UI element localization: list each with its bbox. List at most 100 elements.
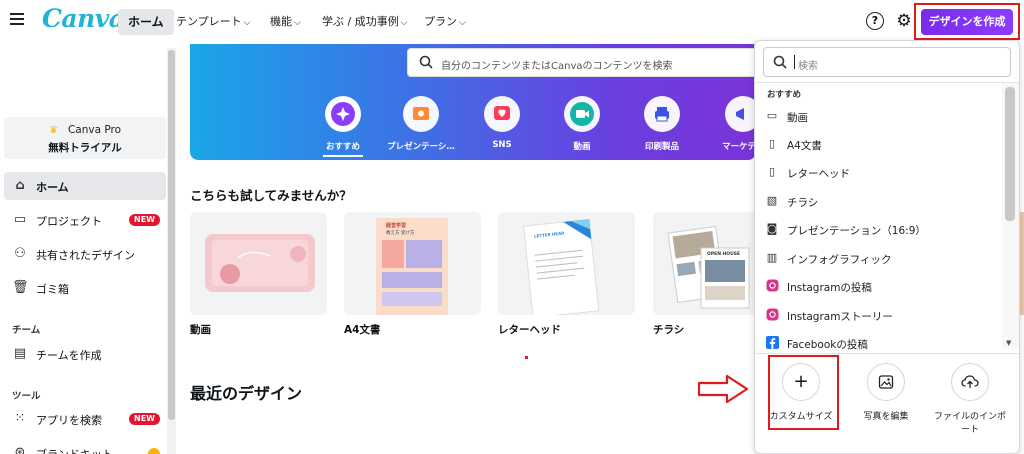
team-icon: ▤ — [13, 346, 27, 361]
category-video[interactable]: 動画 — [547, 96, 617, 152]
gear-icon[interactable]: ⚙ — [895, 12, 913, 30]
new-badge: NEW — [129, 214, 160, 226]
panel-item-a4[interactable]: ▯ A4文書 — [755, 130, 1003, 158]
sidebar-item-label: アプリを検索 — [36, 414, 102, 427]
sidebar-item-label: プロジェクト — [36, 215, 102, 228]
sidebar-item-label: チームを作成 — [36, 349, 102, 362]
panel-search-input[interactable]: 検索 — [763, 47, 1011, 77]
nav-templates-label: テンプレート — [176, 15, 242, 28]
chevron-down-icon: ⌵ — [400, 18, 408, 28]
nav-plans[interactable]: プラン ⌵ — [424, 9, 466, 35]
panel-scroll-thumb[interactable] — [1005, 87, 1015, 221]
category-label: SNS — [492, 140, 512, 150]
search-icon — [419, 55, 433, 69]
action-edit-photo[interactable]: 写真を編集 — [846, 363, 926, 424]
nav-learn[interactable]: 学ぶ / 成功事例 ⌵ — [322, 9, 408, 35]
panel-item-instagram-post[interactable]: Instagramの投稿 — [755, 272, 1003, 300]
brand-icon: ⊛ — [14, 445, 26, 454]
panel-item-video[interactable]: ▭ 動画 — [755, 102, 1003, 130]
panel-item-label: Instagramの投稿 — [787, 282, 872, 294]
scroll-down-icon[interactable]: ▼ — [1006, 339, 1011, 347]
panel-item-label: A4文書 — [787, 140, 822, 152]
canva-logo[interactable]: Canva — [42, 4, 125, 33]
instagram-icon — [765, 279, 779, 293]
flyer-icon: ▧ — [766, 194, 778, 207]
category-recommended[interactable]: おすすめ — [308, 96, 378, 152]
panel-section-label: おすすめ — [767, 90, 802, 100]
sidebar-scroll-thumb[interactable] — [168, 50, 175, 420]
tools-section-heading: ツール — [12, 391, 41, 402]
panel-item-label: インフォグラフィック — [787, 254, 892, 266]
letterhead-icon: ▯ — [768, 165, 776, 178]
sidebar-item-home[interactable]: ⌂ ホーム — [4, 172, 166, 200]
category-label: プレゼンテーシ… — [387, 142, 455, 152]
divider — [755, 82, 1019, 83]
flyer-thumbnail — [667, 225, 750, 309]
sidebar-item-create-team[interactable]: ▤ チームを作成 — [4, 340, 166, 368]
shared-icon: ⚇ — [14, 246, 26, 261]
search-icon — [773, 55, 787, 69]
selected-category-underline — [323, 155, 363, 157]
card-label: 動画 — [190, 324, 211, 336]
text-caret — [794, 55, 795, 69]
home-icon: ⌂ — [15, 178, 25, 193]
panel-item-label: 動画 — [787, 112, 808, 124]
annotation-dot — [525, 356, 528, 359]
panel-item-presentation[interactable]: ◙ プレゼンテーション（16:9） — [755, 215, 1003, 243]
chevron-down-icon: ⌵ — [459, 18, 466, 28]
category-print[interactable]: 印刷製品 — [627, 96, 697, 152]
panel-item-infographic[interactable]: ▥ インフォグラフィック — [755, 244, 1003, 272]
create-design-button[interactable]: デザインを作成 — [921, 9, 1013, 35]
sidebar-item-label: ホーム — [36, 181, 69, 194]
sidebar-item-label: 共有されたデザイン — [36, 249, 135, 262]
sidebar-item-label: ブランドキット — [36, 446, 113, 454]
nav-home[interactable]: ホーム — [118, 9, 174, 35]
video-camera-icon — [564, 96, 600, 132]
main-search-input[interactable]: 自分のコンテンツまたはCanvaのコンテンツを検索 — [407, 48, 757, 77]
flyer-title-text: OPEN HOUSE — [707, 252, 741, 257]
panel-item-instagram-story[interactable]: Instagramストーリー — [755, 301, 1003, 329]
a4-sub-text: 教え方 受け方 — [386, 231, 415, 236]
divider — [755, 353, 1019, 354]
category-presentation[interactable]: プレゼンテーシ… — [386, 96, 456, 152]
panel-item-flyer[interactable]: ▧ チラシ — [755, 187, 1003, 215]
template-card-letterhead[interactable]: LETTER HEAD — [498, 212, 635, 315]
template-card-a4[interactable]: 経営学習 教え方 受け方 — [344, 212, 481, 315]
sidebar-item-brand-kit[interactable]: ⊛ ブランドキット — [4, 439, 166, 454]
new-badge: NEW — [129, 413, 160, 425]
sidebar-item-shared[interactable]: ⚇ 共有されたデザイン — [4, 240, 166, 268]
chevron-down-icon: ⌵ — [243, 18, 251, 28]
nav-templates[interactable]: テンプレート ⌵ — [176, 9, 251, 35]
chevron-down-icon: ⌵ — [294, 18, 301, 28]
facebook-icon — [765, 336, 779, 350]
instagram-icon — [765, 308, 779, 322]
help-icon[interactable]: ? — [866, 12, 884, 30]
sidebar-item-projects[interactable]: ▭ プロジェクト NEW — [4, 206, 166, 234]
crown-badge-icon — [148, 448, 160, 454]
team-section-heading: チーム — [12, 325, 41, 336]
printer-icon — [644, 96, 680, 132]
template-card-video[interactable] — [190, 212, 327, 315]
image-icon — [867, 363, 905, 401]
menu-icon[interactable] — [10, 13, 24, 27]
pro-title-label: Canva Pro — [67, 124, 122, 136]
custom-size-highlight — [768, 355, 839, 430]
canva-pro-trial-card[interactable]: ♛ Canva Pro 無料トライアル — [4, 117, 166, 159]
search-placeholder: 自分のコンテンツまたはCanvaのコンテンツを検索 — [441, 61, 673, 72]
nav-plans-label: プラン — [424, 15, 457, 28]
presentation-icon: ◙ — [766, 222, 778, 235]
crown-icon: ♛ — [48, 125, 58, 136]
action-import-file[interactable]: ファイルのインポート — [930, 363, 1010, 437]
video-thumbnail — [205, 234, 315, 292]
panel-item-letterhead[interactable]: ▯ レターヘッド — [755, 158, 1003, 186]
folder-icon: ▭ — [13, 212, 27, 227]
trash-icon: 🗑 — [12, 280, 29, 295]
pro-title: ♛ Canva Pro — [4, 124, 166, 136]
category-sns[interactable]: SNS — [467, 96, 537, 150]
sidebar-item-trash[interactable]: 🗑 ゴミ箱 — [4, 274, 166, 302]
nav-features-label: 機能 — [270, 15, 292, 28]
nav-features[interactable]: 機能 ⌵ — [270, 9, 301, 35]
heart-chat-icon — [484, 96, 520, 132]
category-label: おすすめ — [325, 142, 360, 152]
sidebar-item-apps[interactable]: ⁙ アプリを検索 NEW — [4, 405, 166, 433]
